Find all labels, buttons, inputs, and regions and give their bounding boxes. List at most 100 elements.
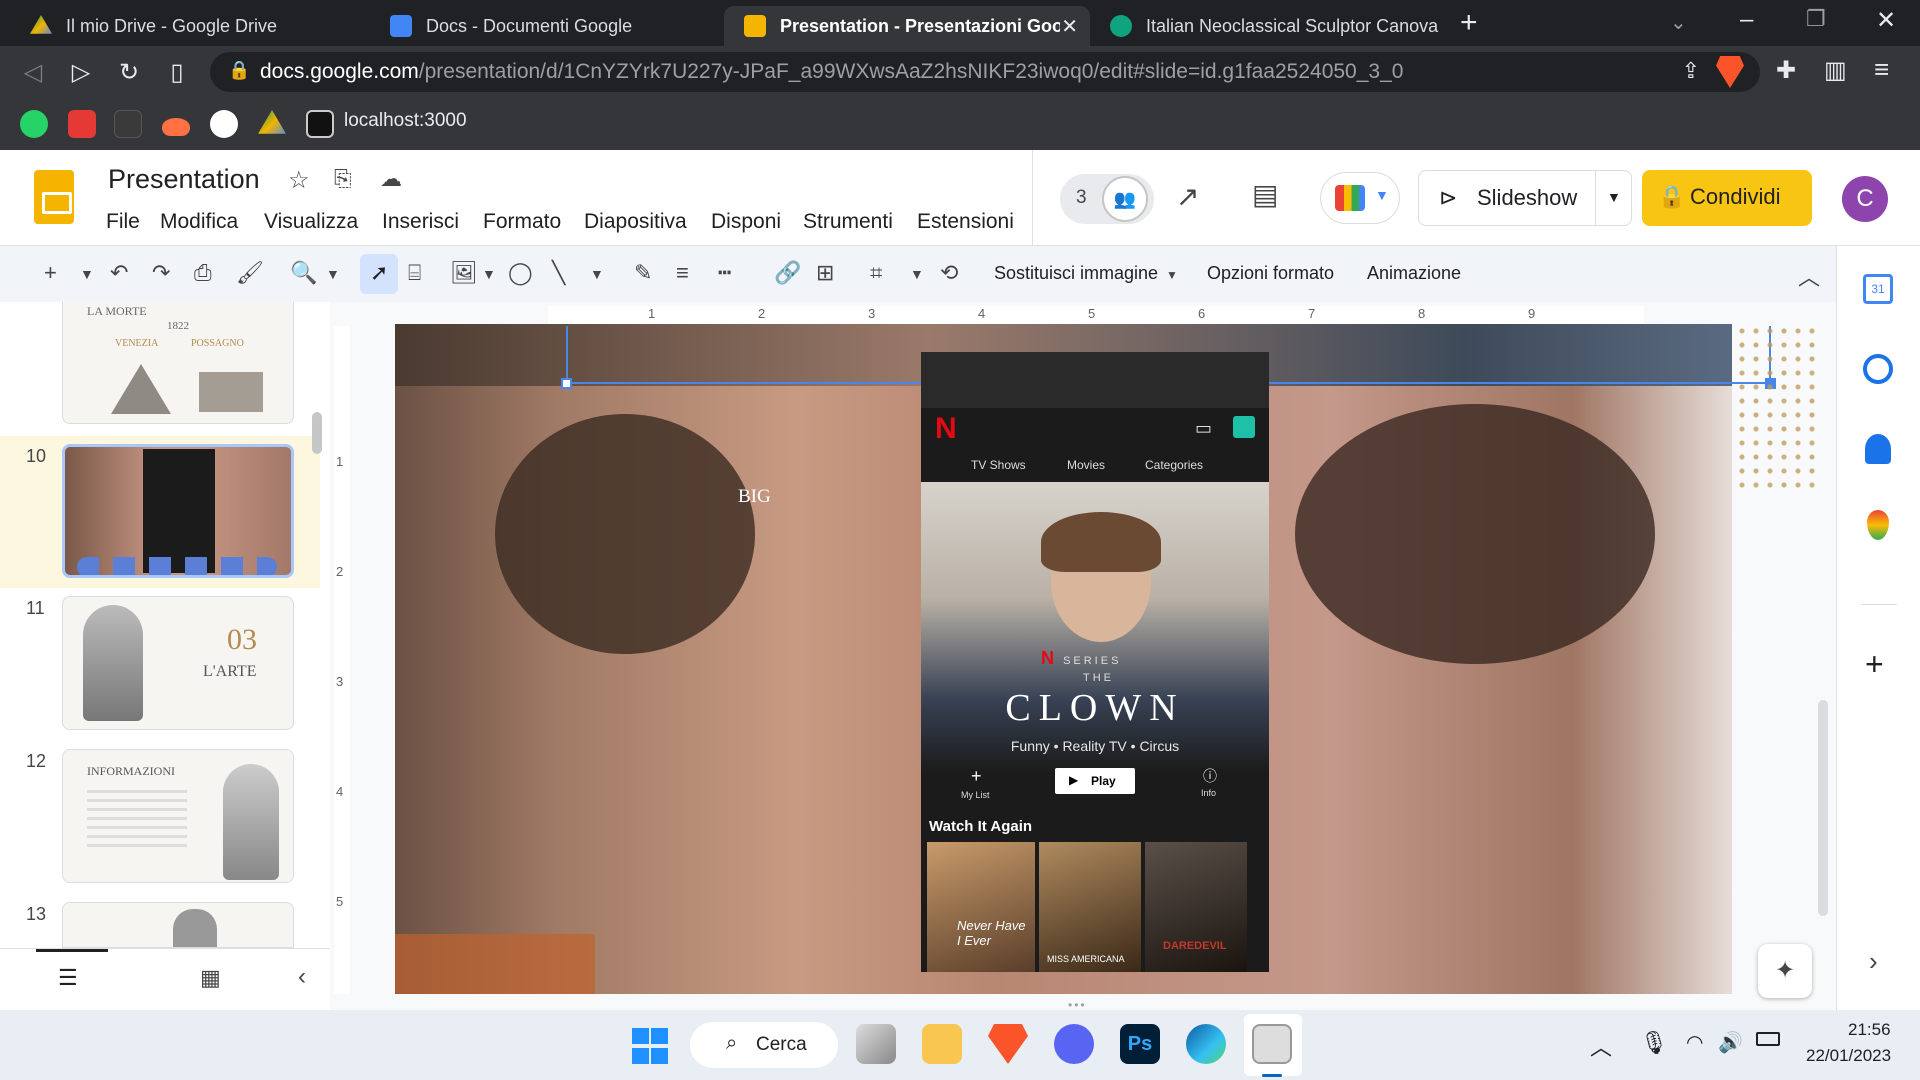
bookmark-localhost[interactable]: localhost:3000 bbox=[344, 110, 467, 132]
github-icon[interactable] bbox=[210, 110, 238, 138]
menu-icon[interactable]: ≡ bbox=[1874, 54, 1889, 85]
new-slide-icon[interactable]: + bbox=[44, 260, 57, 286]
close-tab-icon[interactable]: ✕ bbox=[1061, 14, 1078, 39]
add-addon-icon[interactable]: + bbox=[1865, 646, 1884, 683]
contacts-icon[interactable] bbox=[1865, 434, 1891, 464]
calendar-icon[interactable]: 31 bbox=[1863, 274, 1893, 304]
collaborators-chip[interactable]: 3 👥 bbox=[1060, 174, 1154, 224]
tab-drive[interactable]: Il mio Drive - Google Drive bbox=[10, 6, 370, 46]
slide-thumb-13[interactable] bbox=[62, 902, 294, 948]
clock-time[interactable]: 21:56 bbox=[1848, 1020, 1891, 1040]
line-chevron-icon[interactable]: ▼ bbox=[590, 266, 604, 282]
slide-thumb-11[interactable]: 03 L'ARTE bbox=[62, 596, 294, 730]
undo-icon[interactable]: ↶ bbox=[110, 260, 128, 286]
close-window-icon[interactable]: ✕ bbox=[1876, 6, 1896, 35]
wifi-icon[interactable]: ◠ bbox=[1686, 1030, 1703, 1055]
discord-icon[interactable] bbox=[1054, 1024, 1094, 1064]
minimize-icon[interactable]: – bbox=[1740, 6, 1753, 34]
brave-taskbar-icon[interactable] bbox=[988, 1024, 1028, 1064]
resize-handle[interactable] bbox=[561, 378, 572, 389]
move-folder-icon[interactable]: ⎘ bbox=[334, 166, 352, 192]
link-icon[interactable]: 🔗 bbox=[774, 260, 801, 286]
shape-icon[interactable]: ◯ bbox=[508, 260, 533, 286]
cloud-status-icon[interactable]: ☁ bbox=[380, 166, 402, 192]
whatsapp-icon[interactable] bbox=[20, 110, 48, 138]
share-button[interactable]: 🔒 Condividi bbox=[1642, 170, 1812, 226]
animation-button[interactable]: Animazione bbox=[1367, 263, 1461, 284]
text-box-icon[interactable]: ⌸ bbox=[408, 260, 421, 286]
pen-icon[interactable]: ✎ bbox=[634, 260, 652, 286]
image-icon[interactable]: 🖼 bbox=[450, 260, 478, 286]
bookmark-icon[interactable]: ▯ bbox=[162, 58, 192, 87]
share-page-icon[interactable]: ⇪ bbox=[1682, 58, 1700, 84]
edge-icon[interactable] bbox=[1186, 1024, 1226, 1064]
photoshop-icon[interactable]: Ps bbox=[1120, 1024, 1160, 1064]
tray-chevron-icon[interactable]: ︿ bbox=[1590, 1030, 1612, 1062]
avatar[interactable]: C bbox=[1842, 176, 1888, 222]
crop-icon[interactable]: ⌗ bbox=[870, 260, 882, 286]
menu-strumenti[interactable]: Strumenti bbox=[803, 210, 893, 234]
forward-icon[interactable]: ▷ bbox=[66, 58, 96, 87]
menu-diapositiva[interactable]: Diapositiva bbox=[584, 210, 687, 234]
slideshow-button[interactable]: ⊳ Slideshow ▼ bbox=[1418, 170, 1632, 226]
meet-button[interactable]: ▼ bbox=[1320, 172, 1400, 224]
maps-icon[interactable] bbox=[1867, 510, 1889, 540]
filmstrip-scrollbar[interactable] bbox=[312, 412, 322, 454]
tab-presentation[interactable]: Presentation - Presentazioni Goo ✕ bbox=[724, 6, 1090, 46]
redo-icon[interactable]: ↷ bbox=[152, 260, 170, 286]
line-icon[interactable]: ╲ bbox=[552, 260, 565, 286]
tab-chatgpt[interactable]: Italian Neoclassical Sculptor Canova bbox=[1090, 6, 1460, 46]
menu-estensioni[interactable]: Estensioni bbox=[917, 210, 1014, 234]
menu-formato[interactable]: Formato bbox=[483, 210, 561, 234]
replace-image-button[interactable]: Sostituisci immagine bbox=[994, 263, 1158, 284]
menu-disponi[interactable]: Disponi bbox=[711, 210, 781, 234]
reload-icon[interactable]: ↻ bbox=[114, 58, 144, 87]
select-tool[interactable]: ➚ bbox=[360, 254, 398, 294]
zoom-icon[interactable]: 🔍 bbox=[290, 260, 317, 286]
back-icon[interactable]: ◁ bbox=[18, 58, 48, 87]
slides-logo-icon[interactable] bbox=[34, 170, 74, 224]
expand-panel-icon[interactable]: › bbox=[1869, 946, 1878, 977]
snipping-tool-icon[interactable] bbox=[1252, 1024, 1292, 1064]
print-icon[interactable]: ⎙ bbox=[194, 260, 212, 286]
document-title[interactable]: Presentation bbox=[108, 164, 260, 195]
search-box[interactable]: ⌕ Cerca bbox=[690, 1022, 838, 1068]
menu-file[interactable]: File bbox=[106, 210, 140, 234]
menu-visualizza[interactable]: Visualizza bbox=[264, 210, 358, 234]
tab-search-chevron-icon[interactable]: ⌄ bbox=[1670, 10, 1687, 35]
paint-format-icon[interactable]: 🖌 bbox=[236, 260, 264, 286]
url-field[interactable]: 🔒 docs.google.com/presentation/d/1CnYZYr… bbox=[210, 52, 1760, 92]
explore-icon[interactable]: ✦ bbox=[1758, 944, 1812, 998]
new-slide-chevron-icon[interactable]: ▼ bbox=[80, 266, 94, 282]
new-tab-icon[interactable]: + bbox=[1460, 6, 1478, 40]
tab-docs[interactable]: Docs - Documenti Google bbox=[370, 6, 730, 46]
task-view-icon[interactable] bbox=[856, 1024, 896, 1064]
replace-image-chevron-icon[interactable]: ▼ bbox=[1166, 268, 1178, 282]
filmstrip-view-icon[interactable]: ☰ bbox=[58, 965, 78, 991]
cloud-icon[interactable] bbox=[162, 118, 190, 136]
slide-thumb-9[interactable]: LA MORTE 1822 VENEZIA POSSAGNO bbox=[62, 302, 294, 424]
comments-icon[interactable]: ▤ bbox=[1252, 178, 1278, 211]
is-icon[interactable] bbox=[68, 110, 96, 138]
canvas-scrollbar[interactable] bbox=[1818, 700, 1828, 916]
star-icon[interactable]: ☆ bbox=[288, 166, 310, 195]
slide-thumb-10[interactable] bbox=[62, 444, 294, 578]
netflix-phone-image[interactable]: N ▭ TV Shows Movies Categories N SERIES … bbox=[921, 352, 1269, 972]
border-weight-icon[interactable]: ≡ bbox=[676, 260, 689, 286]
windows-start-icon[interactable] bbox=[632, 1028, 668, 1064]
border-dash-icon[interactable]: ┅ bbox=[718, 260, 731, 286]
zoom-chevron-icon[interactable]: ▼ bbox=[326, 266, 340, 282]
add-comment-icon[interactable]: ⊞ bbox=[816, 260, 834, 286]
slide-big-text[interactable]: BIG bbox=[738, 486, 771, 508]
slideshow-options-chevron-icon[interactable]: ▼ bbox=[1607, 189, 1621, 205]
image-chevron-icon[interactable]: ▼ bbox=[482, 266, 496, 282]
tasks-icon[interactable] bbox=[1863, 354, 1893, 384]
trend-icon[interactable]: ↗ bbox=[1176, 180, 1199, 213]
volume-icon[interactable]: 🔊 bbox=[1718, 1030, 1743, 1055]
clock-date[interactable]: 22/01/2023 bbox=[1806, 1046, 1891, 1066]
collapse-panel-icon[interactable]: ‹ bbox=[298, 963, 306, 991]
collapse-toolbar-icon[interactable]: ︿ bbox=[1798, 260, 1820, 292]
battery-icon[interactable] bbox=[1756, 1032, 1780, 1046]
file-explorer-icon[interactable] bbox=[922, 1024, 962, 1064]
crop-chevron-icon[interactable]: ▼ bbox=[910, 266, 924, 282]
